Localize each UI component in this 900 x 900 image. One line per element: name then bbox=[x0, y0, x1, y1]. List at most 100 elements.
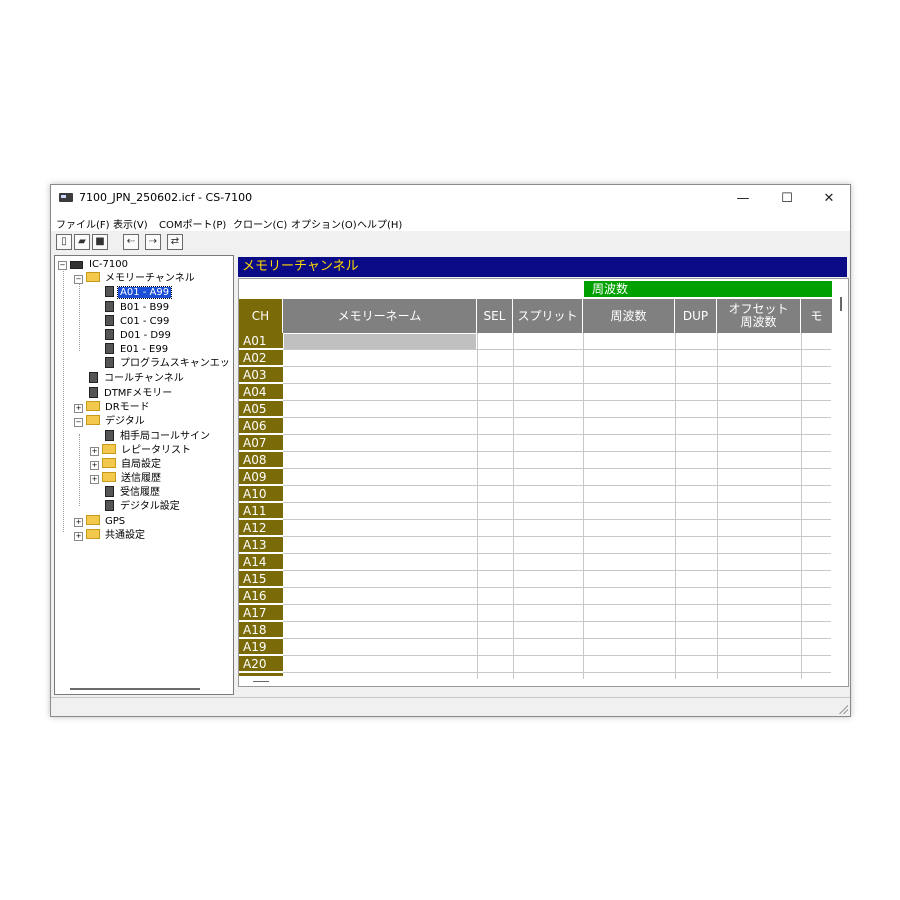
column-header-mode[interactable]: モ bbox=[801, 299, 833, 333]
grid-horizontal-scrollbar[interactable] bbox=[253, 681, 269, 682]
channel-cell[interactable]: A08 bbox=[239, 452, 283, 468]
row-divider bbox=[283, 638, 831, 639]
read-from-radio-icon[interactable]: ⇠ bbox=[123, 234, 139, 250]
tree-node-d01-d99[interactable]: D01 - D99 bbox=[105, 329, 173, 342]
maximize-button[interactable]: ☐ bbox=[765, 187, 809, 211]
collapse-icon[interactable]: − bbox=[74, 275, 83, 284]
write-to-radio-icon[interactable]: ⇢ bbox=[145, 234, 161, 250]
channel-cell[interactable]: A03 bbox=[239, 367, 283, 383]
tree-node-rx-history[interactable]: 受信履歴 bbox=[105, 486, 162, 499]
column-header-sel[interactable]: SEL bbox=[477, 299, 513, 333]
tree-node-program-scan-edge[interactable]: プログラムスキャンエッジ bbox=[105, 357, 231, 370]
column-header-split[interactable]: スプリット bbox=[513, 299, 583, 333]
clone-icon[interactable]: ⇄ bbox=[167, 234, 183, 250]
expand-icon[interactable]: + bbox=[90, 461, 99, 470]
tree-node-a01-a99[interactable]: A01 - A99 bbox=[105, 286, 173, 299]
column-header-dup[interactable]: DUP bbox=[675, 299, 717, 333]
document-icon bbox=[105, 500, 114, 511]
column-divider bbox=[801, 333, 802, 679]
save-icon[interactable]: ■ bbox=[92, 234, 108, 250]
channel-cell[interactable]: A02 bbox=[239, 350, 283, 366]
tree-node-digital-settings[interactable]: デジタル設定 bbox=[105, 500, 182, 513]
channel-cell[interactable]: A06 bbox=[239, 418, 283, 434]
tree-label: 共通設定 bbox=[105, 530, 145, 541]
tree-node-common-settings[interactable]: + 共通設定 bbox=[74, 529, 145, 542]
row-divider bbox=[283, 604, 831, 605]
channel-cell[interactable]: A15 bbox=[239, 571, 283, 587]
folder-icon bbox=[86, 272, 100, 282]
column-header-offset[interactable]: オフセット 周波数 bbox=[717, 299, 801, 333]
column-header-ch[interactable]: CH bbox=[239, 299, 283, 333]
menu-comport[interactable]: COMポート(P) bbox=[159, 216, 226, 231]
tree-node-my-station[interactable]: + 自局設定 bbox=[90, 458, 161, 471]
expand-icon[interactable]: + bbox=[74, 404, 83, 413]
tree-node-memory-channel[interactable]: − メモリーチャンネル bbox=[74, 272, 195, 285]
open-folder-icon[interactable]: ▰ bbox=[74, 234, 90, 250]
tree-node-remote-callsign[interactable]: 相手局コールサイン bbox=[105, 430, 212, 443]
tree-node-gps[interactable]: + GPS bbox=[74, 515, 125, 528]
channel-cell[interactable]: A10 bbox=[239, 486, 283, 502]
channel-cell[interactable]: A12 bbox=[239, 520, 283, 536]
channel-cell[interactable]: A07 bbox=[239, 435, 283, 451]
tree-label: デジタル bbox=[105, 416, 145, 427]
tree-label: コールチャンネル bbox=[104, 373, 184, 384]
expand-icon[interactable]: + bbox=[74, 518, 83, 527]
column-header-name[interactable]: メモリーネーム bbox=[283, 299, 477, 333]
tree-node-dr-mode[interactable]: + DRモード bbox=[74, 401, 150, 414]
menu-help[interactable]: ヘルプ(H) bbox=[357, 216, 402, 231]
channel-cell[interactable]: A04 bbox=[239, 384, 283, 400]
tree-node-dtmf-memory[interactable]: DTMFメモリー bbox=[89, 387, 174, 400]
app-window: 7100_JPN_250602.icf - CS-7100 — ☐ ✕ ファイル… bbox=[50, 184, 851, 717]
channel-cell[interactable]: A11 bbox=[239, 503, 283, 519]
write-glyph: ⇢ bbox=[148, 236, 158, 247]
column-divider bbox=[583, 333, 584, 679]
document-icon bbox=[105, 486, 114, 497]
grid-vertical-scrollbar[interactable] bbox=[840, 297, 842, 311]
title-bar[interactable]: 7100_JPN_250602.icf - CS-7100 — ☐ ✕ bbox=[51, 185, 850, 213]
expand-icon[interactable]: + bbox=[90, 447, 99, 456]
channel-cell[interactable]: A05 bbox=[239, 401, 283, 417]
tree-node-digital[interactable]: − デジタル bbox=[74, 415, 145, 428]
channel-cell[interactable]: A19 bbox=[239, 639, 283, 655]
channel-cell[interactable]: A09 bbox=[239, 469, 283, 485]
tree-horizontal-scrollbar[interactable] bbox=[70, 688, 200, 690]
expand-icon[interactable]: + bbox=[74, 532, 83, 541]
resize-grip-icon[interactable] bbox=[838, 704, 848, 714]
channel-cell[interactable]: A17 bbox=[239, 605, 283, 621]
channel-cell[interactable]: A14 bbox=[239, 554, 283, 570]
close-button[interactable]: ✕ bbox=[807, 187, 851, 211]
tree-node-b01-b99[interactable]: B01 - B99 bbox=[105, 301, 171, 314]
selected-cell[interactable] bbox=[284, 334, 476, 349]
tree-node-tx-history[interactable]: + 送信履歴 bbox=[90, 472, 161, 485]
tree-node-e01-e99[interactable]: E01 - E99 bbox=[105, 343, 170, 356]
radio-icon bbox=[70, 261, 83, 269]
tree-node-repeater-list[interactable]: + レピータリスト bbox=[90, 444, 191, 457]
collapse-icon[interactable]: − bbox=[74, 418, 83, 427]
channel-cell[interactable]: A13 bbox=[239, 537, 283, 553]
collapse-icon[interactable]: − bbox=[58, 261, 67, 270]
row-divider bbox=[283, 621, 831, 622]
row-divider bbox=[283, 451, 831, 452]
new-file-icon[interactable]: ▯ bbox=[56, 234, 72, 250]
expand-icon[interactable]: + bbox=[90, 475, 99, 484]
menu-options[interactable]: オプション(O) bbox=[291, 216, 357, 231]
tree-node-c01-c99[interactable]: C01 - C99 bbox=[105, 315, 171, 328]
row-divider bbox=[283, 400, 831, 401]
tree-node-ic7100[interactable]: − IC-7100 bbox=[58, 258, 128, 271]
minimize-button[interactable]: — bbox=[721, 187, 765, 211]
memory-channel-grid[interactable]: 周波数 CH メモリーネーム SEL スプリット 周波数 DUP オフセット 周… bbox=[238, 278, 849, 687]
channel-cell[interactable]: A01 bbox=[239, 333, 283, 349]
tree-node-call-channel[interactable]: コールチャンネル bbox=[89, 372, 186, 385]
tree-view[interactable]: − IC-7100 − メモリーチャンネル A01 - A99 B01 - B9… bbox=[54, 255, 234, 695]
menu-file[interactable]: ファイル(F) bbox=[56, 216, 110, 231]
menu-clone[interactable]: クローン(C) bbox=[233, 216, 287, 231]
channel-cell[interactable]: A20 bbox=[239, 656, 283, 672]
column-header-freq[interactable]: 周波数 bbox=[583, 299, 675, 333]
tree-label: IC-7100 bbox=[89, 259, 128, 270]
menu-view[interactable]: 表示(V) bbox=[113, 216, 148, 231]
channel-cell[interactable]: A18 bbox=[239, 622, 283, 638]
tree-connector bbox=[79, 434, 80, 506]
document-icon bbox=[105, 301, 114, 312]
channel-cell[interactable]: A16 bbox=[239, 588, 283, 604]
row-divider bbox=[283, 672, 831, 673]
